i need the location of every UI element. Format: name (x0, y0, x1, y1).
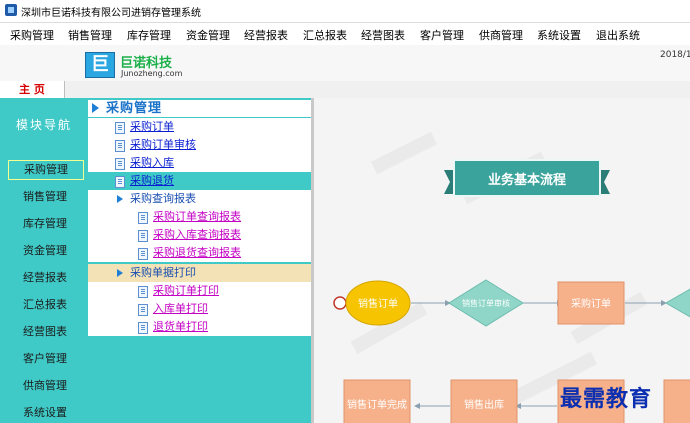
menu-settings[interactable]: 系统设置 (537, 27, 581, 43)
flow-node-purchase-label: 采购订单 (571, 297, 611, 310)
window-title: 深圳市巨诺科技有限公司进销存管理系统 (21, 8, 201, 19)
menu-inventory[interactable]: 库存管理 (127, 27, 171, 43)
menu-suppliers[interactable]: 供商管理 (479, 27, 523, 43)
header-strip: 巨 巨诺科技 Junozheng.com 2018/1 (0, 45, 690, 82)
flow-node-offscreen (664, 288, 690, 318)
menu-exit[interactable]: 退出系统 (596, 27, 640, 43)
menu-business-report[interactable]: 经营报表 (244, 27, 288, 43)
app-icon (5, 4, 17, 16)
flow-node-start-label: 销售订单 (358, 297, 398, 310)
function-tree: 采购管理 采购订单 采购订单审核 采购入库 采购退货 采购查询报表 采购订单查询… (88, 98, 311, 423)
tree-item: 采购入库查询报表 (88, 226, 311, 244)
link-order-print[interactable]: 采购订单打印 (153, 282, 219, 300)
link-purchase-order[interactable]: 采购订单 (130, 118, 174, 136)
tree-header[interactable]: 采购管理 (88, 100, 311, 117)
flow-node-sales-out[interactable]: 销售出库 (450, 379, 518, 423)
document-icon (115, 158, 125, 170)
link-return-print[interactable]: 退货单打印 (153, 318, 208, 336)
menu-business-chart[interactable]: 经营图表 (361, 27, 405, 43)
watermark: 最需教育 (560, 386, 653, 412)
nav-item-business-report[interactable]: 经营报表 (8, 268, 82, 288)
document-icon (138, 212, 148, 224)
tree-item: 采购订单打印 (88, 282, 311, 300)
document-icon (138, 230, 148, 242)
expand-arrow-icon (92, 103, 99, 113)
flow-node-review[interactable]: 销售订单审核 (448, 279, 524, 327)
tree-item: 采购订单审核 (88, 136, 311, 154)
document-icon (115, 140, 125, 152)
document-icon (138, 304, 148, 316)
menu-purchase[interactable]: 采购管理 (10, 27, 54, 43)
tree-group-print[interactable]: 采购单据打印 (88, 264, 311, 282)
document-icon (138, 248, 148, 260)
tree-item: 采购入库 (88, 154, 311, 172)
title-bar: 深圳市巨诺科技有限公司进销存管理系统 (0, 0, 690, 23)
nav-item-summary-report[interactable]: 汇总报表 (8, 295, 82, 315)
flow-node-order-done-label: 销售订单完成 (347, 398, 407, 411)
nav-item-purchase[interactable]: 采购管理 (8, 160, 84, 180)
nav-item-suppliers[interactable]: 供商管理 (8, 376, 82, 396)
flow-node-purchase[interactable]: 采购订单 (557, 281, 625, 325)
expand-arrow-icon (117, 195, 123, 203)
flow-diagram: 业务基本流程 销售订单 销售订单审核 采购订单 销售订单完成 销售出库 (333, 131, 690, 423)
nav-item-funds[interactable]: 资金管理 (8, 241, 82, 261)
menu-bar: 采购管理 销售管理 库存管理 资金管理 经营报表 汇总报表 经营图表 客户管理 … (0, 23, 690, 45)
document-icon (115, 176, 125, 188)
tab-strip: 主 页 (0, 81, 690, 99)
link-inbound-print[interactable]: 入库单打印 (153, 300, 208, 318)
group-label-query-reports: 采购查询报表 (130, 192, 196, 205)
document-icon (138, 322, 148, 334)
flow-node-offscreen-2 (663, 379, 690, 423)
tree-group-query[interactable]: 采购查询报表 (88, 190, 311, 208)
date-display: 2018/1 (660, 50, 690, 60)
tree-item: 采购订单查询报表 (88, 208, 311, 226)
link-return-query-report[interactable]: 采购退货查询报表 (153, 244, 241, 262)
flow-canvas: 业务基本流程 销售订单 销售订单审核 采购订单 销售订单完成 销售出库 (314, 98, 690, 423)
module-nav: 模块导航 采购管理 销售管理 库存管理 资金管理 经营报表 汇总报表 经营图表 … (0, 98, 88, 423)
document-icon (115, 122, 125, 134)
tree-item: 采购退货查询报表 (88, 244, 311, 262)
link-purchase-return[interactable]: 采购退货 (130, 172, 174, 190)
flow-banner-text: 业务基本流程 (488, 172, 566, 188)
expand-arrow-icon (117, 269, 123, 277)
logo-icon: 巨 (85, 52, 115, 78)
nav-item-inventory[interactable]: 库存管理 (8, 214, 82, 234)
nav-item-settings[interactable]: 系统设置 (8, 403, 82, 423)
menu-funds[interactable]: 资金管理 (186, 27, 230, 43)
link-purchase-order-review[interactable]: 采购订单审核 (130, 136, 196, 154)
link-order-query-report[interactable]: 采购订单查询报表 (153, 208, 241, 226)
flow-node-sales-out-label: 销售出库 (464, 398, 504, 411)
flow-node-order-done[interactable]: 销售订单完成 (343, 379, 411, 423)
flow-banner: 业务基本流程 (444, 159, 610, 197)
document-icon (138, 286, 148, 298)
tree-item: 入库单打印 (88, 300, 311, 318)
menu-customers[interactable]: 客户管理 (420, 27, 464, 43)
link-purchase-inbound[interactable]: 采购入库 (130, 154, 174, 172)
tree-item: 采购订单 (88, 118, 311, 136)
tree-item: 退货单打印 (88, 318, 311, 336)
module-nav-title: 模块导航 (15, 118, 72, 132)
flow-node-start[interactable]: 销售订单 (345, 280, 411, 326)
menu-sales[interactable]: 销售管理 (68, 27, 112, 43)
link-inbound-query-report[interactable]: 采购入库查询报表 (153, 226, 241, 244)
nav-item-sales[interactable]: 销售管理 (8, 187, 82, 207)
group-label-print: 采购单据打印 (130, 266, 196, 279)
logo-domain: Junozheng.com (121, 69, 183, 78)
nav-item-customers[interactable]: 客户管理 (8, 349, 82, 369)
flow-node-review-label: 销售订单审核 (462, 298, 510, 308)
menu-summary-report[interactable]: 汇总报表 (303, 27, 347, 43)
start-marker-icon (333, 296, 347, 310)
nav-item-business-chart[interactable]: 经营图表 (8, 322, 82, 342)
tree-header-label: 采购管理 (106, 101, 163, 116)
tree-item-selected: 采购退货 (88, 172, 311, 190)
tab-home[interactable]: 主 页 (0, 81, 65, 98)
